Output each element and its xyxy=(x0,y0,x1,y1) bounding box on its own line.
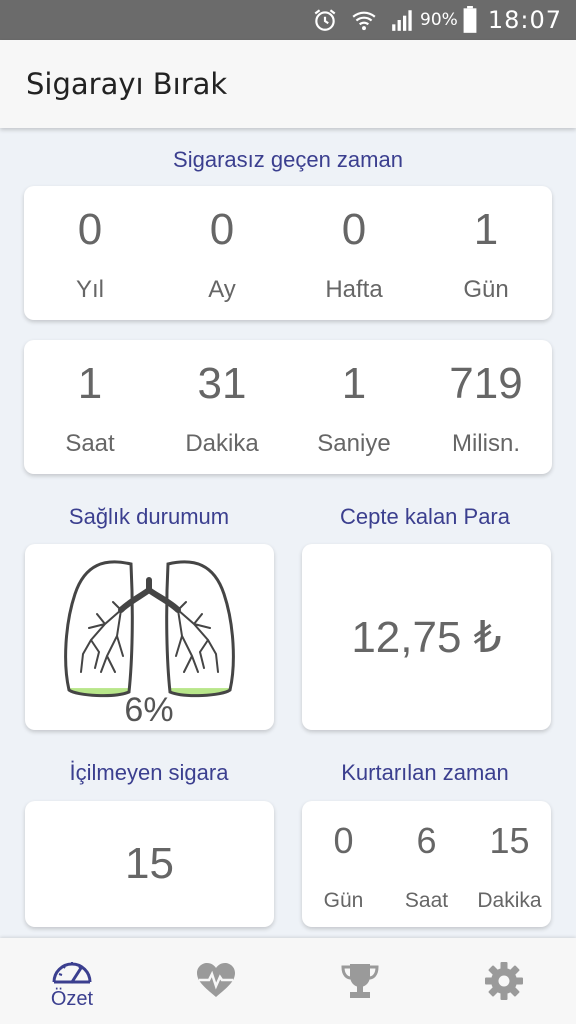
saved-time-card[interactable]: 0 Gün 6 Saat 15 Dakika xyxy=(302,801,551,927)
stat-cell: 6 Saat xyxy=(385,801,468,927)
health-percent: 6% xyxy=(124,691,173,729)
stat-unit: Milisn. xyxy=(451,430,520,457)
elapsed-date-card: 0 Yıl 0 Ay 0 Hafta 1 Gün xyxy=(24,186,552,320)
gear-icon xyxy=(485,962,523,1000)
bottom-navigation: Özet xyxy=(0,938,576,1024)
not-smoked-value: 15 xyxy=(125,839,174,888)
stat-unit: Gün xyxy=(463,276,509,303)
speedometer-icon xyxy=(52,961,92,983)
wifi-icon xyxy=(350,7,378,33)
nav-summary[interactable]: Özet xyxy=(0,938,144,1024)
nav-summary-label: Özet xyxy=(50,987,94,1010)
stat-unit: Yıl xyxy=(75,276,104,303)
not-smoked-title: İçilmeyen sigara xyxy=(69,760,229,785)
alarm-icon xyxy=(312,7,338,33)
money-title: Cepte kalan Para xyxy=(340,504,510,529)
stat-value: 0 xyxy=(209,205,235,254)
app-title: Sigarayı Bırak xyxy=(26,67,228,101)
stat-value: 6 xyxy=(416,820,437,861)
elapsed-time-card: 1 Saat 31 Dakika 1 Saniye 719 Milisn. xyxy=(24,340,552,474)
stat-value: 31 xyxy=(197,359,247,408)
money-card[interactable]: 12,75 ₺ xyxy=(302,544,551,730)
stat-unit: Saat xyxy=(404,889,449,912)
health-title: Sağlık durumum xyxy=(68,504,230,529)
stat-unit: Saniye xyxy=(317,430,391,457)
clock-time: 18:07 xyxy=(487,6,562,34)
stat-value: 1 xyxy=(341,359,367,408)
not-smoked-card[interactable]: 15 xyxy=(25,801,274,927)
stat-unit: Saat xyxy=(65,430,115,457)
stat-cell: 1 Saat xyxy=(24,340,156,474)
stat-cell: 0 Ay xyxy=(156,186,288,320)
stat-unit: Ay xyxy=(208,276,236,303)
stat-cell: 1 Gün xyxy=(420,186,552,320)
stat-unit: Gün xyxy=(323,889,364,912)
health-card[interactable]: 6% xyxy=(25,544,274,730)
app-bar: Sigarayı Bırak xyxy=(0,40,576,128)
stat-unit: Dakika xyxy=(477,889,542,912)
lungs-icon: 6% xyxy=(64,560,235,729)
stat-cell: 0 Hafta xyxy=(288,186,420,320)
money-value: 12,75 ₺ xyxy=(351,612,502,662)
signal-icon xyxy=(390,7,416,33)
saved-time-title: Kurtarılan zaman xyxy=(341,760,509,785)
stat-cell: 0 Gün xyxy=(302,801,385,927)
trophy-icon xyxy=(341,964,379,998)
stat-cell: 31 Dakika xyxy=(156,340,288,474)
stat-cell: 719 Milisn. xyxy=(420,340,552,474)
stat-unit: Hafta xyxy=(325,276,383,303)
battery-icon xyxy=(462,6,478,34)
stat-value: 15 xyxy=(489,820,530,861)
stat-value: 0 xyxy=(77,205,103,254)
nav-health[interactable] xyxy=(144,938,288,1024)
stat-value: 719 xyxy=(449,359,523,408)
stat-value: 0 xyxy=(333,820,354,861)
stat-cell: 1 Saniye xyxy=(288,340,420,474)
stat-cell: 0 Yıl xyxy=(24,186,156,320)
stat-unit: Dakika xyxy=(185,430,259,457)
stat-cell: 15 Dakika xyxy=(468,801,551,927)
status-bar: 90% 18:07 xyxy=(0,0,576,40)
battery-percent: 90% xyxy=(420,10,458,30)
stat-value: 0 xyxy=(341,205,367,254)
nav-settings[interactable] xyxy=(432,938,576,1024)
stat-value: 1 xyxy=(77,359,103,408)
stat-value: 1 xyxy=(473,205,499,254)
heart-pulse-icon xyxy=(197,963,235,997)
elapsed-time-title: Sigarasız geçen zaman xyxy=(173,147,403,172)
nav-achievements[interactable] xyxy=(288,938,432,1024)
